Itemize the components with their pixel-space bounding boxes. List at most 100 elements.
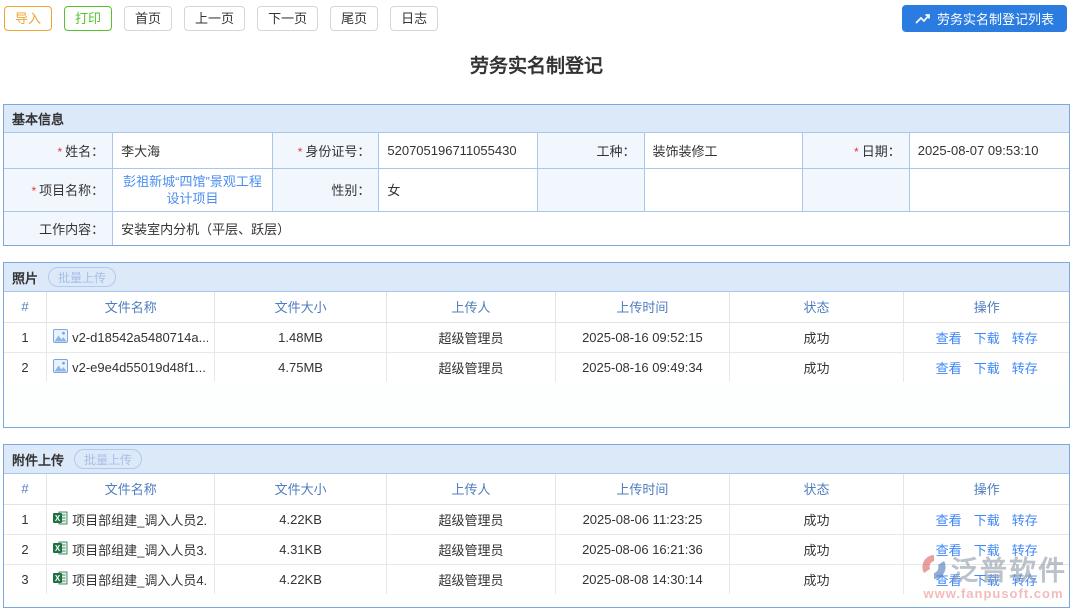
status-cell: 成功 — [729, 322, 904, 352]
file-name-cell: v2-d18542a5480714a... — [47, 322, 215, 352]
transfer-link[interactable]: 转存 — [1012, 543, 1038, 558]
photos-table: # 文件名称 文件大小 上传人 上传时间 状态 操作 1 v2-d18542a5… — [4, 292, 1069, 382]
required-mark: * — [298, 145, 303, 159]
download-link[interactable]: 下载 — [974, 361, 1000, 376]
photos-header-row: # 文件名称 文件大小 上传人 上传时间 状态 操作 — [4, 292, 1069, 322]
uploader-cell: 超级管理员 — [386, 534, 555, 564]
file-name-text: v2-d18542a5480714a... — [72, 330, 208, 345]
uploader-cell: 超级管理员 — [386, 564, 555, 594]
file-name-text: v2-e9e4d55019d48f1... — [72, 360, 206, 375]
next-page-button[interactable]: 下一页 — [257, 6, 318, 31]
col-uploader: 上传人 — [386, 474, 555, 504]
col-operations: 操作 — [904, 474, 1069, 504]
view-link[interactable]: 查看 — [936, 573, 962, 588]
col-uploader: 上传人 — [386, 292, 555, 322]
col-filename: 文件名称 — [47, 292, 215, 322]
required-mark: * — [57, 145, 62, 159]
download-link[interactable]: 下载 — [974, 513, 1000, 528]
page-title: 劳务实名制登记 — [0, 51, 1073, 78]
upload-time-cell: 2025-08-16 09:49:34 — [556, 352, 730, 382]
photos-title: 照片 — [12, 268, 38, 287]
view-link[interactable]: 查看 — [936, 361, 962, 376]
file-name-cell: X 项目部组建_调入人员3.... — [47, 534, 215, 564]
status-cell: 成功 — [729, 504, 904, 534]
file-size-cell: 4.22KB — [215, 564, 386, 594]
view-link[interactable]: 查看 — [936, 331, 962, 346]
attachments-header: 附件上传 批量上传 — [4, 445, 1069, 474]
transfer-link[interactable]: 转存 — [1012, 573, 1038, 588]
attachments-batch-upload-button[interactable]: 批量上传 — [74, 449, 142, 469]
svg-text:X: X — [55, 544, 61, 553]
attachments-empty-area — [4, 594, 1069, 607]
uploader-cell: 超级管理员 — [386, 322, 555, 352]
view-link[interactable]: 查看 — [936, 513, 962, 528]
row-index: 2 — [4, 534, 47, 564]
view-link[interactable]: 查看 — [936, 543, 962, 558]
table-row: 3 X 项目部组建_调入人员4.... 4.22KB 超级管理员 2025-08… — [4, 564, 1069, 594]
worktype-value-cell: 装饰装修工 — [644, 133, 803, 168]
registration-list-button[interactable]: 劳务实名制登记列表 — [902, 5, 1067, 32]
empty-value-cell — [909, 168, 1069, 211]
table-row: 1 X 项目部组建_调入人员2.... 4.22KB 超级管理员 2025-08… — [4, 504, 1069, 534]
required-mark: * — [854, 145, 859, 159]
attachments-table: # 文件名称 文件大小 上传人 上传时间 状态 操作 1 X 项目部组建_调入人… — [4, 474, 1069, 594]
photos-section: 照片 批量上传 # 文件名称 文件大小 上传人 上传时间 状态 操作 1 v2-… — [3, 262, 1070, 428]
work-content-label-cell: 工作内容： — [4, 211, 113, 245]
prev-page-button[interactable]: 上一页 — [184, 6, 245, 31]
project-name-link[interactable]: 彭祖新城“四馆”景观工程设计项目 — [121, 173, 264, 207]
upload-time-cell: 2025-08-06 16:21:36 — [556, 534, 730, 564]
photos-header: 照片 批量上传 — [4, 263, 1069, 292]
status-cell: 成功 — [729, 352, 904, 382]
upload-time-cell: 2025-08-08 14:30:14 — [556, 564, 730, 594]
download-link[interactable]: 下载 — [974, 331, 1000, 346]
log-button[interactable]: 日志 — [390, 6, 438, 31]
col-filesize: 文件大小 — [215, 292, 386, 322]
operations-cell: 查看下载转存 — [904, 352, 1069, 382]
basic-info-section: 基本信息 *姓名： 李大海 *身份证号： 520705196711055430 … — [3, 104, 1070, 246]
basic-info-table: *姓名： 李大海 *身份证号： 520705196711055430 工种： 装… — [4, 133, 1069, 245]
image-icon — [53, 359, 68, 376]
last-page-button[interactable]: 尾页 — [330, 6, 378, 31]
toolbar: 导入 打印 首页 上一页 下一页 尾页 日志 劳务实名制登记列表 — [0, 0, 1073, 36]
registration-list-label: 劳务实名制登记列表 — [937, 9, 1054, 28]
attachments-section: 附件上传 批量上传 # 文件名称 文件大小 上传人 上传时间 状态 操作 1 X… — [3, 444, 1070, 608]
col-filename: 文件名称 — [47, 474, 215, 504]
col-index: # — [4, 292, 47, 322]
date-value-cell: 2025-08-07 09:53:10 — [909, 133, 1069, 168]
col-status: 状态 — [729, 292, 904, 322]
name-label-cell: *姓名： — [4, 133, 113, 168]
photos-batch-upload-button[interactable]: 批量上传 — [48, 267, 116, 287]
transfer-link[interactable]: 转存 — [1012, 361, 1038, 376]
file-name-text: 项目部组建_调入人员4.... — [72, 570, 208, 589]
col-uploadtime: 上传时间 — [556, 474, 730, 504]
file-name-cell: v2-e9e4d55019d48f1... — [47, 352, 215, 382]
table-row: 2 X 项目部组建_调入人员3.... 4.31KB 超级管理员 2025-08… — [4, 534, 1069, 564]
col-index: # — [4, 474, 47, 504]
attachments-header-row: # 文件名称 文件大小 上传人 上传时间 状态 操作 — [4, 474, 1069, 504]
file-name-cell: X 项目部组建_调入人员4.... — [47, 564, 215, 594]
basic-info-header: 基本信息 — [4, 105, 1069, 133]
excel-icon: X — [53, 571, 68, 588]
import-button[interactable]: 导入 — [4, 6, 52, 31]
file-name-text: 项目部组建_调入人员2.... — [72, 510, 208, 529]
upload-time-cell: 2025-08-16 09:52:15 — [556, 322, 730, 352]
file-size-cell: 4.22KB — [215, 504, 386, 534]
file-name-cell: X 项目部组建_调入人员2.... — [47, 504, 215, 534]
svg-text:X: X — [55, 514, 61, 523]
file-size-cell: 1.48MB — [215, 322, 386, 352]
transfer-link[interactable]: 转存 — [1012, 331, 1038, 346]
col-operations: 操作 — [904, 292, 1069, 322]
project-value-cell: 彭祖新城“四馆”景观工程设计项目 — [113, 168, 273, 211]
file-size-cell: 4.75MB — [215, 352, 386, 382]
file-name-text: 项目部组建_调入人员3.... — [72, 540, 208, 559]
operations-cell: 查看下载转存 — [904, 322, 1069, 352]
status-cell: 成功 — [729, 534, 904, 564]
uploader-cell: 超级管理员 — [386, 504, 555, 534]
first-page-button[interactable]: 首页 — [124, 6, 172, 31]
download-link[interactable]: 下载 — [974, 573, 1000, 588]
row-index: 1 — [4, 504, 47, 534]
operations-cell: 查看下载转存 — [904, 504, 1069, 534]
download-link[interactable]: 下载 — [974, 543, 1000, 558]
transfer-link[interactable]: 转存 — [1012, 513, 1038, 528]
print-button[interactable]: 打印 — [64, 6, 112, 31]
